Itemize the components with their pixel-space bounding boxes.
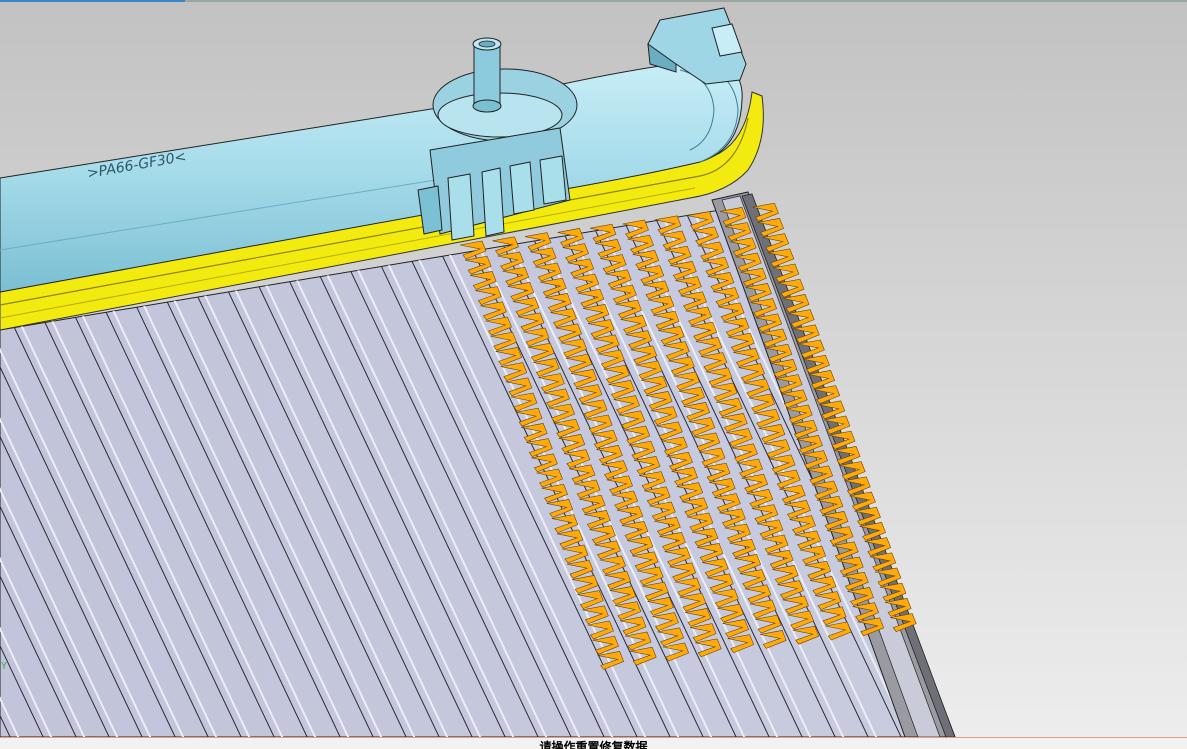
graphics-viewport[interactable]: >PA66-GF30< Y (0, 0, 1187, 738)
coordinate-triad-label: Y (1, 661, 8, 672)
cad-model-scene[interactable]: >PA66-GF30< (0, 0, 1187, 738)
active-tab-indicator (0, 0, 185, 2)
status-bar: 请操作重置修复数据 (0, 737, 1187, 749)
top-border (0, 0, 1187, 2)
